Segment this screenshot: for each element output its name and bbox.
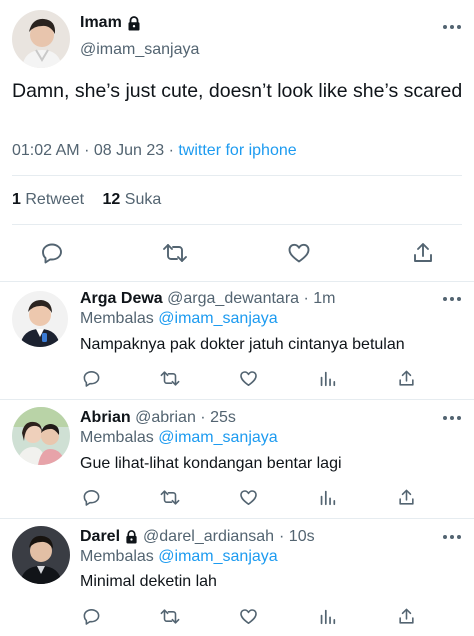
- like-label: Suka: [124, 191, 162, 208]
- reply-time[interactable]: · 10s: [279, 528, 315, 546]
- reply-author-name[interactable]: Abrian: [80, 409, 131, 426]
- more-icon[interactable]: [443, 25, 461, 29]
- tweet-text: Damn, she’s just cute, doesn’t look like…: [12, 80, 463, 102]
- share-icon[interactable]: [395, 487, 417, 507]
- tweet-source[interactable]: twitter for iphone: [178, 142, 296, 159]
- retweet-label: Retweet: [25, 191, 85, 208]
- reply-text: Gue lihat-lihat kondangan bentar lagi: [80, 455, 342, 472]
- replying-to-label: Membalas: [80, 429, 154, 446]
- divider: [0, 281, 474, 282]
- tweet-date[interactable]: 08 Jun 23: [94, 142, 164, 159]
- avatar[interactable]: [12, 407, 70, 465]
- author-handle[interactable]: @imam_sanjaya: [80, 41, 199, 59]
- reply-icon[interactable]: [80, 487, 102, 507]
- heart-icon[interactable]: [237, 606, 259, 626]
- share-icon[interactable]: [395, 606, 417, 626]
- replying-to-handle[interactable]: @imam_sanjaya: [158, 548, 277, 565]
- replying-to-label: Membalas: [80, 310, 154, 327]
- lock-icon: [127, 15, 141, 31]
- share-icon[interactable]: [395, 368, 417, 388]
- replying-to-handle[interactable]: @imam_sanjaya: [158, 310, 277, 327]
- divider: [0, 518, 474, 519]
- share-icon[interactable]: [409, 240, 437, 266]
- reply-time[interactable]: · 25s: [200, 409, 236, 426]
- heart-icon[interactable]: [285, 240, 313, 266]
- retweet-icon[interactable]: [158, 368, 182, 388]
- views-icon[interactable]: [316, 487, 338, 507]
- reply-icon[interactable]: [38, 240, 66, 266]
- reply-text: Minimal deketin lah: [80, 573, 217, 590]
- lock-icon: [125, 530, 138, 544]
- views-icon[interactable]: [316, 368, 338, 388]
- reply-author-name[interactable]: Arga Dewa: [80, 290, 163, 307]
- reply-time[interactable]: · 1m: [304, 290, 336, 307]
- more-icon[interactable]: [443, 416, 461, 420]
- more-icon[interactable]: [443, 297, 461, 301]
- retweet-icon[interactable]: [160, 240, 190, 266]
- reply-text: Nampaknya pak dokter jatuh cintanya betu…: [80, 336, 405, 353]
- replying-to-handle[interactable]: @imam_sanjaya: [158, 429, 277, 446]
- retweet-count: 1: [12, 191, 21, 208]
- divider: [12, 224, 462, 225]
- avatar[interactable]: [12, 10, 70, 68]
- tweet-time[interactable]: 01:02 AM: [12, 142, 80, 159]
- meta-separator: ·: [168, 142, 174, 159]
- meta-separator: ·: [84, 142, 90, 159]
- more-icon[interactable]: [443, 535, 461, 539]
- divider: [0, 399, 474, 400]
- author-name[interactable]: Imam: [80, 14, 122, 32]
- reply-author-handle[interactable]: @arga_dewantara: [167, 290, 299, 307]
- heart-icon[interactable]: [237, 368, 259, 388]
- reply-author-handle[interactable]: @darel_ardiansah: [143, 528, 274, 546]
- retweet-icon[interactable]: [158, 606, 182, 626]
- retweet-icon[interactable]: [158, 487, 182, 507]
- reply-author-name[interactable]: Darel: [80, 528, 120, 546]
- reply-author-handle[interactable]: @abrian: [135, 409, 196, 426]
- retweet-stat[interactable]: 1 Retweet: [12, 191, 89, 208]
- reply-icon[interactable]: [80, 606, 102, 626]
- like-stat[interactable]: 12 Suka: [103, 191, 162, 208]
- heart-icon[interactable]: [237, 487, 259, 507]
- views-icon[interactable]: [316, 606, 338, 626]
- divider: [12, 175, 462, 176]
- replying-to-label: Membalas: [80, 548, 154, 565]
- avatar[interactable]: [12, 526, 70, 584]
- reply-icon[interactable]: [80, 368, 102, 388]
- avatar[interactable]: [12, 291, 68, 347]
- like-count: 12: [102, 191, 121, 208]
